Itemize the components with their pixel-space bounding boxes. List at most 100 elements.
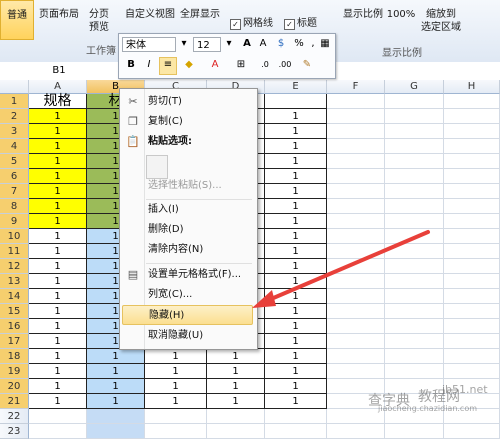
menu-item-hide[interactable]: 隐藏(H): [122, 305, 253, 325]
row-header-13[interactable]: 13: [0, 274, 29, 289]
cell-g17[interactable]: [385, 334, 444, 349]
cell-a16[interactable]: 1: [29, 319, 87, 334]
cell-h4[interactable]: [444, 139, 500, 154]
column-header-g[interactable]: G: [385, 80, 444, 94]
zoom-button[interactable]: 显示比例: [340, 8, 386, 21]
zoom-100-button[interactable]: 100%: [386, 8, 416, 21]
cell-g11[interactable]: [385, 244, 444, 259]
merge-center-icon[interactable]: ▦: [317, 37, 333, 53]
cell-b19[interactable]: 1: [87, 364, 145, 379]
font-color-icon[interactable]: A: [207, 58, 223, 74]
cell-a8[interactable]: 1: [29, 199, 87, 214]
name-box[interactable]: B1: [0, 62, 119, 79]
row-header-8[interactable]: 8: [0, 199, 29, 214]
row-header-14[interactable]: 14: [0, 289, 29, 304]
cell-f3[interactable]: [327, 124, 385, 139]
cell-g18[interactable]: [385, 349, 444, 364]
cell-b21[interactable]: 1: [87, 394, 145, 409]
cell-e16[interactable]: 1: [265, 319, 327, 334]
cell-h7[interactable]: [444, 184, 500, 199]
shrink-font-icon[interactable]: A: [255, 37, 271, 53]
cell-e8[interactable]: 1: [265, 199, 327, 214]
row-header-16[interactable]: 16: [0, 319, 29, 334]
cell-e5[interactable]: 1: [265, 154, 327, 169]
menu-item-column-width[interactable]: 列宽(C)...: [122, 285, 253, 305]
row-header-7[interactable]: 7: [0, 184, 29, 199]
bold-button[interactable]: B: [123, 58, 139, 74]
chevron-down-icon[interactable]: ▾: [221, 37, 237, 53]
row-header-12[interactable]: 12: [0, 259, 29, 274]
cell-c19[interactable]: 1: [145, 364, 207, 379]
cell-e9[interactable]: 1: [265, 214, 327, 229]
decrease-decimal-icon[interactable]: .00: [277, 58, 293, 74]
cell-g8[interactable]: [385, 199, 444, 214]
cell-d18[interactable]: 1: [207, 349, 265, 364]
cell-a17[interactable]: 1: [29, 334, 87, 349]
cell-h1[interactable]: [444, 94, 500, 109]
headings-checkbox[interactable]: ✓ 标题: [284, 14, 317, 30]
cell-g3[interactable]: [385, 124, 444, 139]
menu-item-clear-contents[interactable]: 清除内容(N): [122, 240, 253, 260]
cell-a2[interactable]: 1: [29, 109, 87, 124]
row-header-10[interactable]: 10: [0, 229, 29, 244]
cell-a23[interactable]: [29, 424, 87, 439]
cell-b20[interactable]: 1: [87, 379, 145, 394]
cell-h5[interactable]: [444, 154, 500, 169]
cell-e20[interactable]: 1: [265, 379, 327, 394]
cell-e23[interactable]: [265, 424, 327, 439]
cell-f23[interactable]: [327, 424, 385, 439]
row-header-21[interactable]: 21: [0, 394, 29, 409]
cell-h16[interactable]: [444, 319, 500, 334]
row-header-9[interactable]: 9: [0, 214, 29, 229]
cell-e7[interactable]: 1: [265, 184, 327, 199]
cell-h8[interactable]: [444, 199, 500, 214]
cell-e1[interactable]: [265, 94, 327, 109]
fill-color-icon[interactable]: ◆: [181, 58, 197, 74]
cell-g14[interactable]: [385, 289, 444, 304]
cell-h14[interactable]: [444, 289, 500, 304]
row-header-23[interactable]: 23: [0, 424, 29, 439]
cell-a10[interactable]: 1: [29, 229, 87, 244]
cell-e2[interactable]: 1: [265, 109, 327, 124]
column-header-h[interactable]: H: [444, 80, 500, 94]
cell-a15[interactable]: 1: [29, 304, 87, 319]
column-header-a[interactable]: A: [29, 80, 87, 94]
cell-a20[interactable]: 1: [29, 379, 87, 394]
cell-g10[interactable]: [385, 229, 444, 244]
cell-a3[interactable]: 1: [29, 124, 87, 139]
row-header-1[interactable]: 1: [0, 94, 29, 109]
row-header-6[interactable]: 6: [0, 169, 29, 184]
cell-f11[interactable]: [327, 244, 385, 259]
cell-g13[interactable]: [385, 274, 444, 289]
cell-e3[interactable]: 1: [265, 124, 327, 139]
cell-h12[interactable]: [444, 259, 500, 274]
cell-c20[interactable]: 1: [145, 379, 207, 394]
cell-f8[interactable]: [327, 199, 385, 214]
format-painter-icon[interactable]: ✎: [299, 58, 315, 74]
cell-e18[interactable]: 1: [265, 349, 327, 364]
cell-h3[interactable]: [444, 124, 500, 139]
column-header-f[interactable]: F: [327, 80, 385, 94]
row-header-15[interactable]: 15: [0, 304, 29, 319]
cell-h6[interactable]: [444, 169, 500, 184]
row-header-20[interactable]: 20: [0, 379, 29, 394]
cell-a14[interactable]: 1: [29, 289, 87, 304]
row-header-17[interactable]: 17: [0, 334, 29, 349]
cell-e17[interactable]: 1: [265, 334, 327, 349]
cell-a9[interactable]: 1: [29, 214, 87, 229]
fullscreen-button[interactable]: 全屏显示: [178, 8, 222, 21]
cell-h15[interactable]: [444, 304, 500, 319]
cell-e15[interactable]: 1: [265, 304, 327, 319]
menu-item-delete[interactable]: 删除(D): [122, 220, 253, 240]
cell-g2[interactable]: [385, 109, 444, 124]
cell-a19[interactable]: 1: [29, 364, 87, 379]
cell-e21[interactable]: 1: [265, 394, 327, 409]
cell-g12[interactable]: [385, 259, 444, 274]
cell-g6[interactable]: [385, 169, 444, 184]
borders-icon[interactable]: ⊞: [233, 58, 249, 74]
cell-g23[interactable]: [385, 424, 444, 439]
menu-item-cut[interactable]: ✂ 剪切(T): [122, 92, 253, 112]
row-header-19[interactable]: 19: [0, 364, 29, 379]
cell-g16[interactable]: [385, 319, 444, 334]
cell-h17[interactable]: [444, 334, 500, 349]
